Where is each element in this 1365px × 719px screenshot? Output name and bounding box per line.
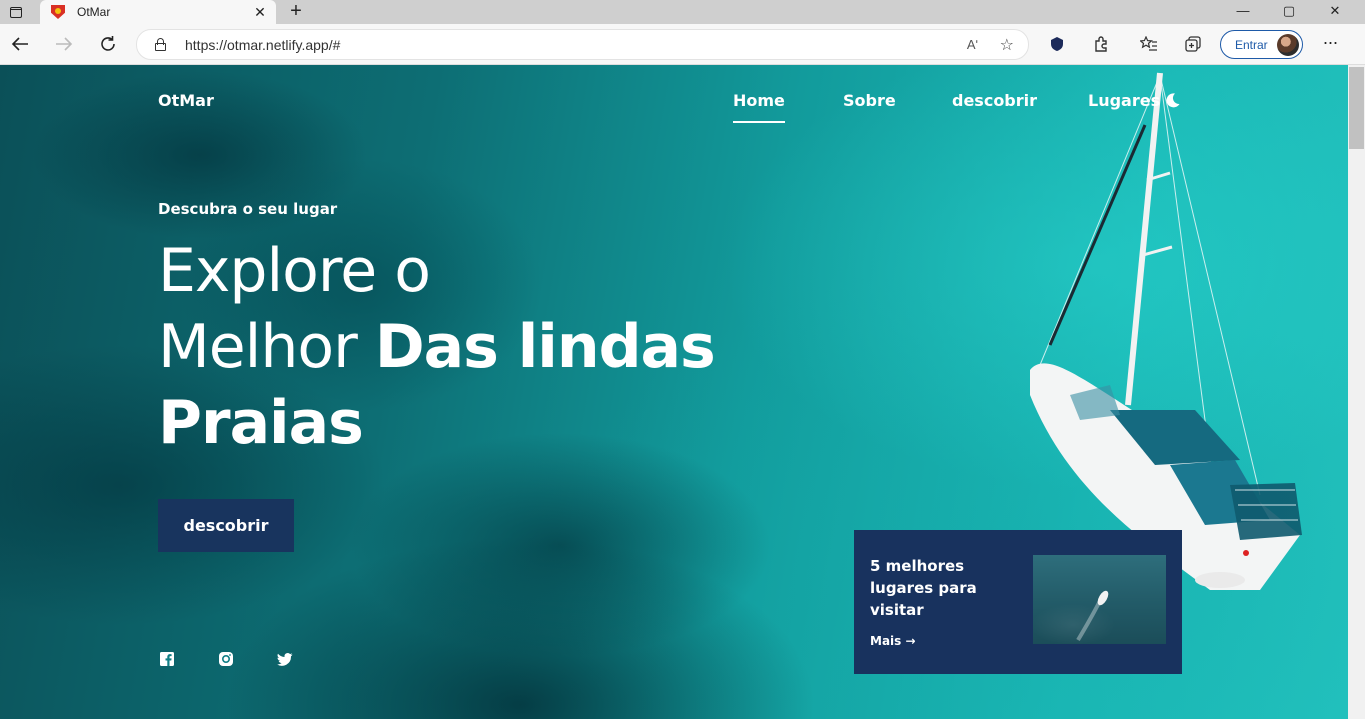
twitter-icon[interactable] xyxy=(277,651,293,667)
tab-strip: OtMar ✕ + — ▢ ✕ xyxy=(0,0,1365,24)
extensions-icon[interactable] xyxy=(1090,33,1112,55)
tab-close-button[interactable]: ✕ xyxy=(250,4,270,21)
forward-button[interactable] xyxy=(52,32,76,56)
forward-arrow-icon xyxy=(56,37,73,51)
tab-actions-icon xyxy=(10,6,22,18)
tab-actions-button[interactable] xyxy=(6,2,26,22)
add-favorite-icon[interactable]: ☆ xyxy=(1000,35,1014,55)
back-arrow-icon xyxy=(11,37,28,51)
sign-in-button[interactable]: Entrar xyxy=(1220,30,1303,59)
refresh-icon xyxy=(101,36,115,51)
new-tab-button[interactable]: + xyxy=(284,0,308,24)
collections-icon[interactable] xyxy=(1182,33,1204,55)
avatar xyxy=(1277,34,1299,56)
url-text[interactable]: https://otmar.netlify.app/# xyxy=(185,37,340,53)
hero-subtitle: Descubra o seu lugar xyxy=(158,200,338,218)
headline-line-2: Melhor Das lindas xyxy=(158,309,716,385)
sign-in-label: Entrar xyxy=(1235,38,1268,52)
headline-line-2-bold: Das lindas xyxy=(374,312,716,382)
headline-line-1: Explore o xyxy=(158,236,431,306)
nav-lugares[interactable]: Lugares xyxy=(1088,91,1160,110)
moon-icon[interactable] xyxy=(1164,92,1181,109)
browser-tab[interactable]: OtMar ✕ xyxy=(40,0,276,24)
tab-title: OtMar xyxy=(77,5,111,19)
featured-card[interactable]: 5 melhores lugares para visitar Mais → xyxy=(854,530,1182,674)
headline-line-3-bold: Praias xyxy=(158,388,364,458)
back-button[interactable] xyxy=(8,32,32,56)
card-more-link[interactable]: Mais → xyxy=(870,634,916,648)
restore-button[interactable]: ▢ xyxy=(1266,0,1312,24)
nav-sobre[interactable]: Sobre xyxy=(843,91,896,110)
favorites-icon[interactable] xyxy=(1138,33,1160,55)
scrollbar-thumb[interactable] xyxy=(1349,67,1364,149)
extension-shield-icon[interactable] xyxy=(1046,33,1068,55)
nav-descobrir[interactable]: descobrir xyxy=(952,91,1037,110)
minimize-button[interactable]: — xyxy=(1220,0,1266,24)
card-more-label: Mais xyxy=(870,634,902,648)
card-title: 5 melhores lugares para visitar xyxy=(870,557,977,619)
page-viewport: OtMar Home Sobre descobrir Lugares Descu… xyxy=(0,65,1348,719)
close-window-button[interactable]: ✕ xyxy=(1312,0,1358,24)
instagram-icon[interactable] xyxy=(218,651,234,667)
headline-line-3: Praias xyxy=(158,385,715,461)
nav-home[interactable]: Home xyxy=(733,91,785,123)
settings-more-button[interactable]: ··· xyxy=(1318,32,1342,56)
arrow-right-icon: → xyxy=(905,634,916,648)
site-logo[interactable]: OtMar xyxy=(158,91,214,110)
hero-headline: Explore o Melhor Das lindas Praias xyxy=(158,233,716,461)
read-aloud-icon[interactable]: Aʹ xyxy=(967,37,978,52)
address-bar[interactable]: https://otmar.netlify.app/# Aʹ ☆ xyxy=(136,29,1029,60)
site-favicon-icon xyxy=(51,5,65,19)
browser-toolbar: https://otmar.netlify.app/# Aʹ ☆ Entrar … xyxy=(0,24,1365,65)
card-thumbnail-image xyxy=(1033,555,1166,644)
lock-icon[interactable] xyxy=(155,38,166,51)
page-scrollbar[interactable] xyxy=(1348,65,1365,719)
refresh-button[interactable] xyxy=(96,32,120,56)
headline-line-2-regular: Melhor xyxy=(158,312,375,382)
descobrir-button[interactable]: descobrir xyxy=(158,499,294,552)
facebook-icon[interactable] xyxy=(159,651,175,667)
